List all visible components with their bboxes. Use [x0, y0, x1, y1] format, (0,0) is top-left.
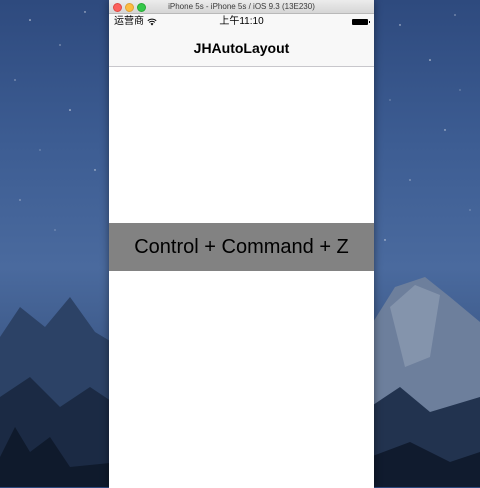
mountain-left — [0, 297, 120, 487]
main-content: Control + Command + Z — [109, 67, 374, 488]
window-title: iPhone 5s - iPhone 5s / iOS 9.3 (13E230) — [168, 2, 315, 11]
simulator-window: iPhone 5s - iPhone 5s / iOS 9.3 (13E230)… — [109, 0, 374, 488]
simulator-titlebar[interactable]: iPhone 5s - iPhone 5s / iOS 9.3 (13E230) — [109, 0, 374, 14]
window-controls — [113, 3, 146, 12]
mountain-right — [370, 277, 480, 487]
banner-label: Control + Command + Z — [134, 235, 349, 258]
ios-status-bar: 运营商 上午11:10 — [109, 14, 374, 30]
status-time: 上午11:10 — [219, 16, 264, 27]
minimize-window-button[interactable] — [125, 3, 134, 12]
navigation-bar: JHAutoLayout — [109, 30, 374, 67]
autolayout-banner: Control + Command + Z — [109, 223, 374, 271]
nav-title: JHAutoLayout — [193, 40, 290, 56]
zoom-window-button[interactable] — [137, 3, 146, 12]
close-window-button[interactable] — [113, 3, 122, 12]
battery-icon — [352, 19, 370, 25]
